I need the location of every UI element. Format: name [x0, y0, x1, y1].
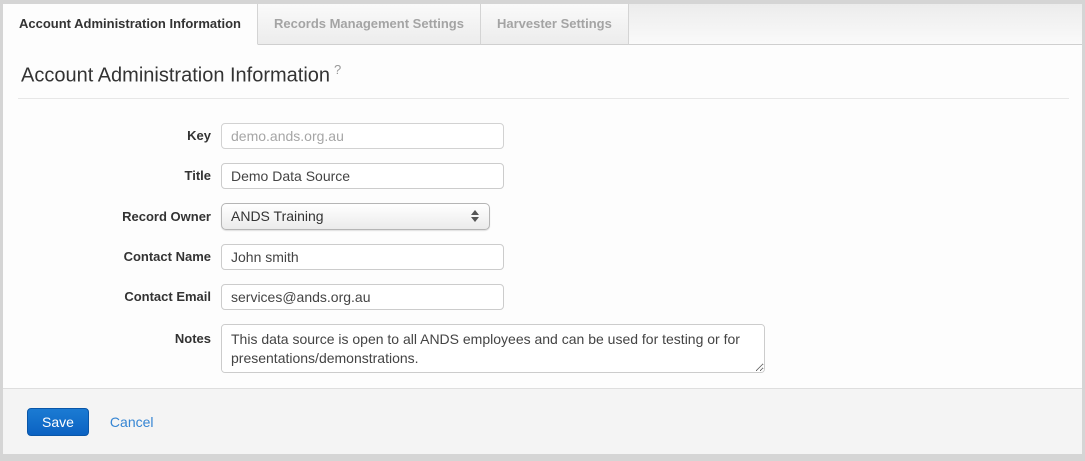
select-stepper-icon	[471, 210, 481, 222]
form-row-contact-email: Contact Email	[3, 284, 1082, 310]
tab-bar: Account Administration Information Recor…	[3, 4, 1082, 45]
form: Key Title Record Owner ANDS Training	[3, 123, 1082, 373]
tab-account-administration-information[interactable]: Account Administration Information	[3, 4, 258, 45]
cancel-link[interactable]: Cancel	[110, 414, 154, 430]
title-divider	[18, 98, 1069, 99]
form-row-record-owner: Record Owner ANDS Training	[3, 203, 1082, 230]
tab-bar-filler	[629, 4, 1082, 45]
page: Account Administration Information Recor…	[3, 4, 1082, 454]
page-title-text: Account Administration Information	[21, 65, 330, 87]
contact-name-field[interactable]	[221, 244, 504, 270]
save-button[interactable]: Save	[27, 408, 89, 436]
notes-field[interactable]: This data source is open to all ANDS emp…	[221, 324, 765, 373]
form-actions-bar: Save Cancel	[3, 388, 1082, 454]
contact-email-field[interactable]	[221, 284, 504, 310]
help-icon[interactable]: ?	[334, 62, 341, 77]
contact-name-label: Contact Name	[3, 249, 221, 264]
page-title: Account Administration Information?	[21, 62, 1082, 88]
tab-records-management-settings[interactable]: Records Management Settings	[258, 4, 481, 45]
record-owner-select[interactable]: ANDS Training	[221, 203, 490, 230]
title-field[interactable]	[221, 163, 504, 189]
record-owner-selected-value: ANDS Training	[231, 208, 324, 224]
form-row-contact-name: Contact Name	[3, 244, 1082, 270]
contact-email-label: Contact Email	[3, 289, 221, 304]
content: Account Administration Information? Key …	[3, 45, 1082, 388]
title-label: Title	[3, 168, 221, 183]
notes-label: Notes	[3, 324, 221, 346]
form-row-title: Title	[3, 163, 1082, 189]
key-label: Key	[3, 128, 221, 143]
record-owner-label: Record Owner	[3, 209, 221, 224]
form-row-key: Key	[3, 123, 1082, 149]
form-row-notes: Notes This data source is open to all AN…	[3, 324, 1082, 373]
key-field[interactable]	[221, 123, 504, 149]
tab-harvester-settings[interactable]: Harvester Settings	[481, 4, 629, 45]
